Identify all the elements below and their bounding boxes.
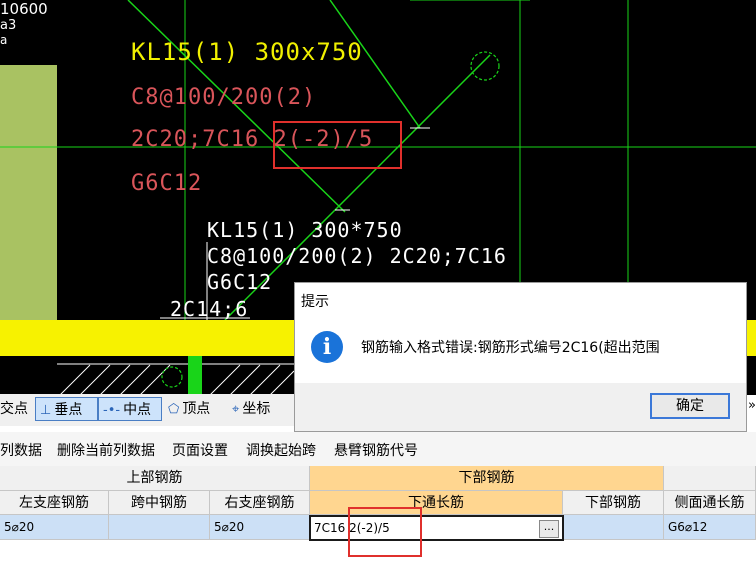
menu-page-setup[interactable]: 页面设置 [172, 440, 228, 460]
beam-small-rebar: C8@100/200(2) 2C20;7C16 [207, 244, 507, 268]
coordinate-icon: ⌖ [232, 402, 240, 417]
snap-toolbar: 交点 ⊥ 垂点 -•- 中点 ⬠ 顶点 ⌖ 坐标 [0, 394, 300, 426]
midpoint-icon: -•- [103, 403, 121, 418]
beam-annotation-stirrup: C8@100/200(2) [131, 85, 317, 110]
header-top-rebar: 上部钢筋 [0, 466, 310, 491]
menu-swap-start-span[interactable]: 调换起始跨 [246, 440, 316, 460]
menu-cantilever-code[interactable]: 悬臂钢筋代号 [334, 440, 418, 460]
perpendicular-icon: ⊥ [40, 403, 52, 418]
rebar-prefix-text: 2C20;7C16 [131, 127, 260, 152]
toolbar-scroll-arrow[interactable]: » [748, 398, 756, 413]
hatch-pattern [59, 364, 295, 395]
info-icon: i [311, 331, 343, 363]
header-blank [664, 466, 756, 491]
col-mid-span[interactable]: 跨中钢筋 [109, 491, 210, 515]
beam-annotation-side: G6C12 [131, 171, 203, 196]
dialog-title: 提示 [301, 294, 329, 310]
menu-delete-column-data[interactable]: 删除当前列数据 [57, 440, 155, 460]
col-bottom-rebar[interactable]: 下部钢筋 [563, 491, 664, 515]
cell-side-through[interactable]: G6⌀12 [664, 515, 756, 540]
pentagon-icon: ⬠ [168, 402, 180, 417]
cell-right-support[interactable]: 5⌀20 [210, 515, 310, 540]
col-right-support[interactable]: 右支座钢筋 [210, 491, 310, 515]
dialog-message: 钢筋输入格式错误:钢筋形式编号2C16(超出范围 [361, 340, 660, 356]
ellipsis-button[interactable]: ... [539, 520, 559, 538]
snap-coordinate-label: 坐标 [242, 401, 271, 417]
cell-bottom-rebar[interactable] [563, 515, 664, 540]
snap-perpendicular-label: 垂点 [54, 402, 83, 418]
snap-perpendicular-button[interactable]: ⊥ 垂点 [35, 397, 98, 421]
table-menubar: 列数据 删除当前列数据 页面设置 调换起始跨 悬臂钢筋代号 [0, 432, 756, 466]
table-error-highlight-box [348, 507, 422, 557]
beam-annotation-title: KL15(1) 300x750 [131, 38, 363, 66]
partial-rebar-label: 2C14;6 [170, 297, 249, 321]
col-left-support[interactable]: 左支座钢筋 [0, 491, 109, 515]
snap-intersection-label: 交点 [0, 401, 28, 417]
error-highlight-box [273, 121, 402, 169]
snap-coordinate-button[interactable]: ⌖ 坐标 [228, 397, 292, 421]
error-dialog: 提示 i 钢筋输入格式错误:钢筋形式编号2C16(超出范围 确定 [294, 282, 747, 432]
column-fill [0, 65, 57, 320]
axis-bubble [470, 51, 500, 81]
snap-midpoint-label: 中点 [123, 402, 152, 418]
cell-mid-span[interactable] [109, 515, 210, 540]
snap-intersection-button[interactable]: 交点 [0, 397, 34, 421]
header-bottom-rebar: 下部钢筋 [310, 466, 664, 491]
dialog-footer: 确定 [295, 383, 746, 431]
col-side-through[interactable]: 侧面通长筋 [664, 491, 756, 515]
ok-button[interactable]: 确定 [650, 393, 730, 419]
beam-small-side: G6C12 [207, 270, 273, 294]
cell-left-support[interactable]: 5⌀20 [0, 515, 109, 540]
snap-vertex-label: 顶点 [182, 401, 211, 417]
snap-midpoint-button[interactable]: -•- 中点 [98, 397, 162, 421]
column-stub [188, 356, 202, 395]
snap-vertex-button[interactable]: ⬠ 顶点 [164, 397, 226, 421]
beam-small-title: KL15(1) 300*750 [207, 218, 403, 242]
menu-column-data[interactable]: 列数据 [0, 440, 42, 460]
